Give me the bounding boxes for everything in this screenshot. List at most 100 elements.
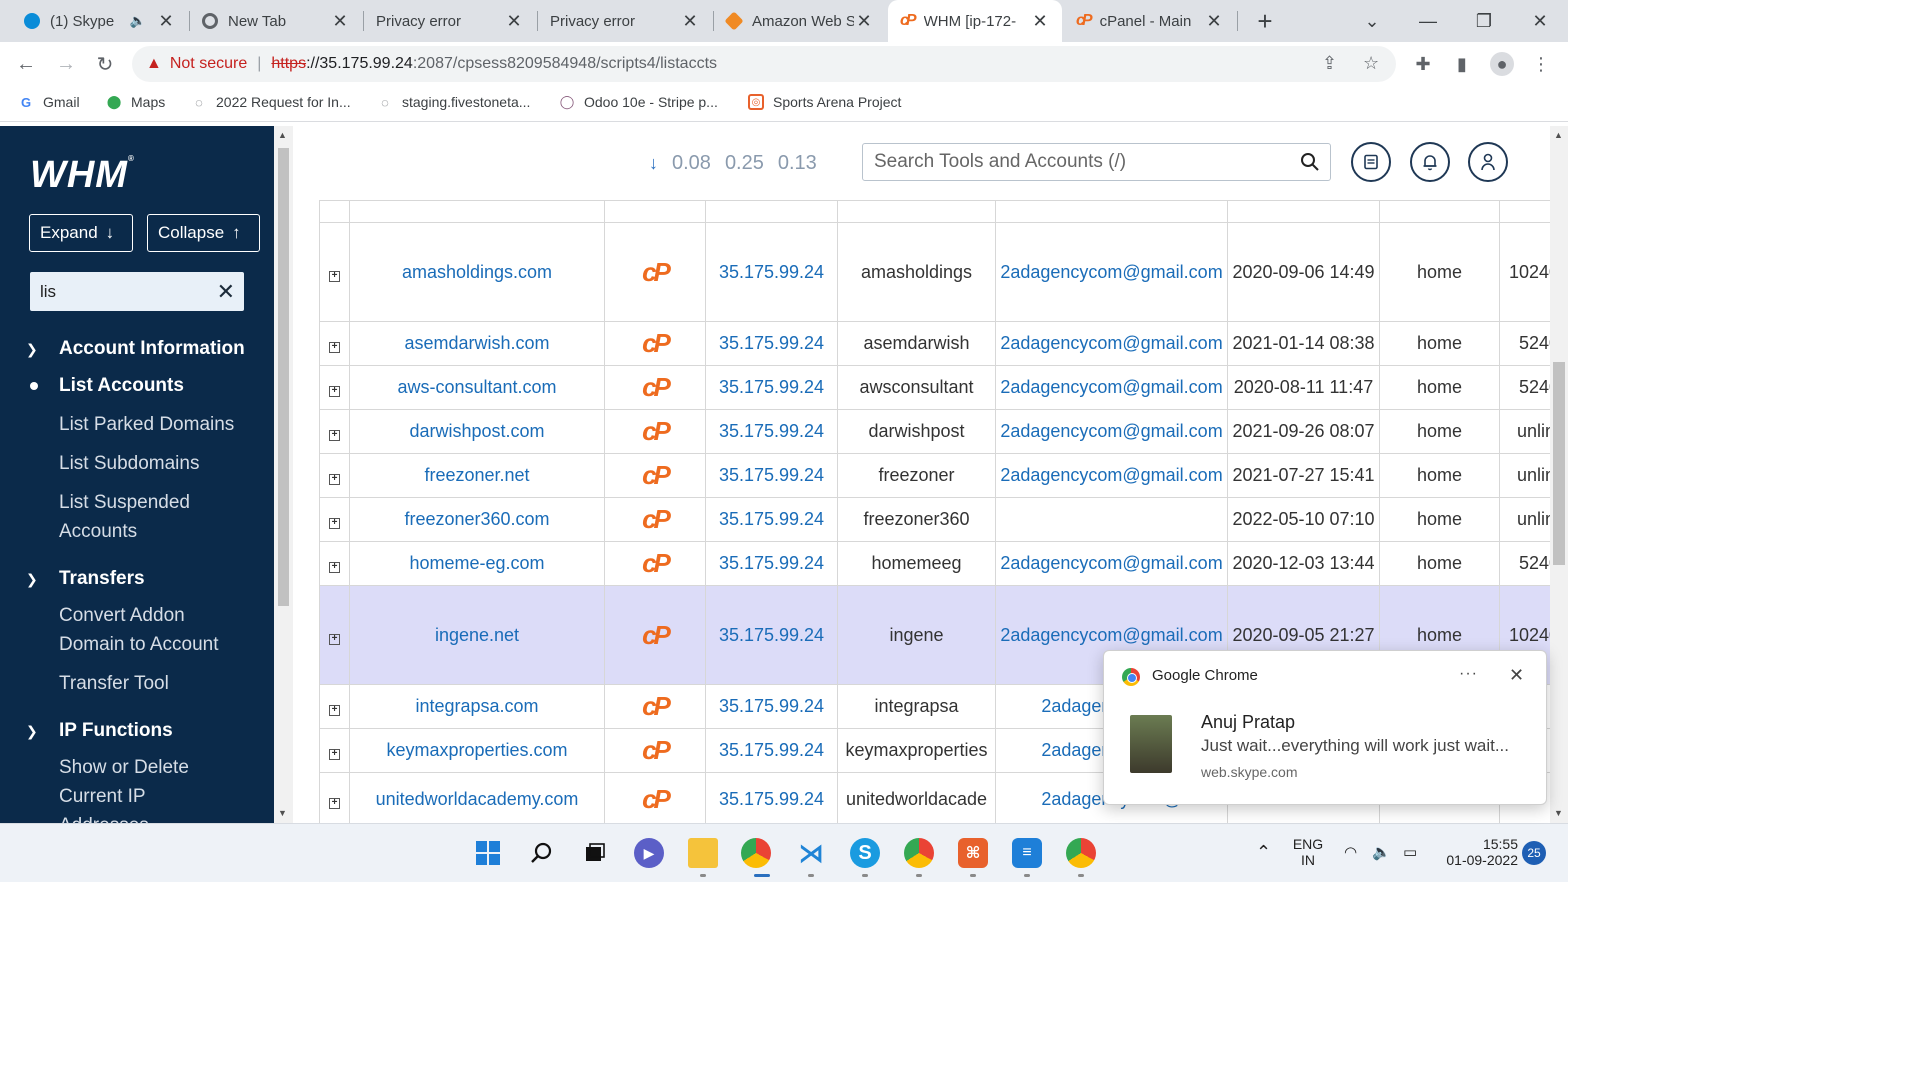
cpanel-icon[interactable]: cP bbox=[642, 504, 671, 535]
expand-row-icon[interactable]: + bbox=[329, 430, 340, 441]
table-row[interactable]: + asemdarwish.com cP 35.175.99.24 asemdarwis… bbox=[319, 321, 1550, 366]
bookmark-odoo[interactable]: ◯ Odoo 10e - Stripe p... bbox=[559, 94, 718, 110]
contact-email[interactable]: 2adagencycom@gmail.com bbox=[995, 222, 1228, 322]
not-secure-label[interactable]: Not secure bbox=[170, 55, 247, 73]
ip-address[interactable]: 35.175.99.24 bbox=[705, 365, 838, 410]
sidebar-search-input[interactable]: lis ✕ bbox=[30, 272, 244, 311]
ip-address[interactable]: 35.175.99.24 bbox=[705, 585, 838, 685]
search-tools-input[interactable]: Search Tools and Accounts (/) bbox=[862, 143, 1331, 181]
search-icon[interactable] bbox=[527, 838, 557, 868]
scroll-down-icon[interactable]: ▼ bbox=[1554, 808, 1563, 818]
news-icon[interactable] bbox=[1351, 142, 1391, 182]
domain-link[interactable]: freezoner.net bbox=[349, 453, 605, 498]
sidebar-item-list-parked-domains[interactable]: List Parked Domains bbox=[59, 410, 259, 439]
expand-button[interactable]: Expand ↓ bbox=[29, 214, 133, 252]
expand-row-icon[interactable]: + bbox=[329, 386, 340, 397]
contact-email[interactable]: 2adagencycom@gmail.com bbox=[995, 541, 1228, 586]
chrome-notification[interactable]: Google Chrome ··· ✕ Anuj Pratap Just wai… bbox=[1103, 650, 1547, 805]
close-icon[interactable]: ✕ bbox=[504, 11, 524, 32]
user-icon[interactable] bbox=[1468, 142, 1508, 182]
tab-privacy-error-2[interactable]: Privacy error ✕ bbox=[538, 0, 712, 42]
table-row[interactable]: + amasholdings.com cP 35.175.99.24 amasholdi… bbox=[319, 222, 1550, 322]
close-icon[interactable]: ✕ bbox=[330, 11, 350, 32]
tab-cpanel-main[interactable]: cP cPanel - Main ✕ bbox=[1064, 0, 1236, 42]
close-icon[interactable]: ✕ bbox=[1030, 11, 1050, 32]
file-explorer-icon[interactable] bbox=[688, 838, 718, 868]
sidebar-item-convert-addon-domain[interactable]: Convert Addon Domain to Account bbox=[59, 601, 249, 659]
chevron-up-icon[interactable]: ⌃ bbox=[1256, 842, 1271, 863]
table-row[interactable]: + freezoner360.com cP 35.175.99.24 freezoner… bbox=[319, 497, 1550, 542]
battery-icon[interactable]: ▭ bbox=[1403, 843, 1417, 861]
domain-link[interactable]: homeme-eg.com bbox=[349, 541, 605, 586]
sidebar-scrollbar[interactable]: ▲ ▼ bbox=[274, 126, 293, 823]
cpanel-icon[interactable]: cP bbox=[642, 257, 671, 288]
chrome-icon[interactable] bbox=[741, 838, 771, 868]
app-icon[interactable]: ⌘ bbox=[958, 838, 988, 868]
window-close-icon[interactable]: ✕ bbox=[1512, 0, 1568, 42]
expand-row-icon[interactable]: + bbox=[329, 342, 340, 353]
menu-icon[interactable]: ⋮ bbox=[1530, 53, 1552, 75]
close-icon[interactable]: ✕ bbox=[680, 11, 700, 32]
vscode-icon[interactable]: ⋊ bbox=[796, 838, 826, 868]
bookmark-star-icon[interactable]: ☆ bbox=[1363, 53, 1379, 74]
contact-email[interactable]: 2adagencycom@gmail.com bbox=[995, 365, 1228, 410]
cpanel-icon[interactable]: cP bbox=[642, 691, 671, 722]
cpanel-icon[interactable]: cP bbox=[642, 620, 671, 651]
ip-address[interactable]: 35.175.99.24 bbox=[705, 409, 838, 454]
reload-icon[interactable]: ↻ bbox=[89, 48, 121, 80]
bookmark-sports-arena[interactable]: ◎ Sports Arena Project bbox=[748, 94, 901, 110]
domain-link[interactable]: unitedworldacademy.com bbox=[349, 772, 605, 823]
tab-aws[interactable]: Amazon Web S ✕ bbox=[714, 0, 886, 42]
expand-row-icon[interactable]: + bbox=[329, 633, 340, 645]
ip-address[interactable]: 35.175.99.24 bbox=[705, 684, 838, 729]
new-tab-button[interactable]: + bbox=[1240, 0, 1290, 42]
contact-email[interactable] bbox=[995, 497, 1228, 542]
cpanel-icon[interactable]: cP bbox=[642, 416, 671, 447]
table-row[interactable]: + aws-consultant.com cP 35.175.99.24 awscons… bbox=[319, 365, 1550, 410]
side-panel-icon[interactable]: ▮ bbox=[1451, 53, 1473, 75]
scroll-up-icon[interactable]: ▲ bbox=[278, 130, 287, 140]
windows-start-icon[interactable] bbox=[473, 838, 503, 868]
whm-logo[interactable]: WHM® bbox=[30, 154, 135, 197]
restore-icon[interactable]: ❐ bbox=[1456, 0, 1512, 42]
close-icon[interactable]: ✕ bbox=[854, 11, 874, 32]
domain-link[interactable]: integrapsa.com bbox=[349, 684, 605, 729]
contact-email[interactable]: 2adagencycom@gmail.com bbox=[995, 321, 1228, 366]
sidebar-item-list-subdomains[interactable]: List Subdomains bbox=[59, 449, 259, 478]
task-view-icon[interactable] bbox=[580, 838, 610, 868]
close-icon[interactable]: ✕ bbox=[1509, 665, 1524, 686]
expand-row-icon[interactable]: + bbox=[329, 705, 340, 716]
section-transfers[interactable]: ❯ Transfers bbox=[26, 568, 145, 590]
search-icon[interactable] bbox=[1300, 152, 1320, 178]
table-row[interactable]: + darwishpost.com cP 35.175.99.24 darwishpos… bbox=[319, 409, 1550, 454]
scroll-up-icon[interactable]: ▲ bbox=[1554, 130, 1563, 140]
domain-link[interactable]: keymaxproperties.com bbox=[349, 728, 605, 773]
ip-address[interactable]: 35.175.99.24 bbox=[705, 497, 838, 542]
wifi-icon[interactable]: ◠ bbox=[1344, 843, 1357, 861]
extensions-icon[interactable]: ✚ bbox=[1412, 53, 1434, 75]
table-row[interactable]: + homeme-eg.com cP 35.175.99.24 homemeeg 2ada… bbox=[319, 541, 1550, 586]
domain-link[interactable]: aws-consultant.com bbox=[349, 365, 605, 410]
address-bar[interactable]: ▲ Not secure | https://35.175.99.24:2087… bbox=[132, 46, 1396, 82]
expand-row-icon[interactable]: + bbox=[329, 270, 340, 282]
scroll-down-icon[interactable]: ▼ bbox=[278, 808, 287, 818]
cpanel-icon[interactable]: cP bbox=[642, 328, 671, 359]
cpanel-icon[interactable]: cP bbox=[642, 548, 671, 579]
expand-row-icon[interactable]: + bbox=[329, 474, 340, 485]
cpanel-icon[interactable]: cP bbox=[642, 784, 671, 815]
chrome-profile-icon[interactable] bbox=[1066, 838, 1096, 868]
profile-icon[interactable]: ● bbox=[1490, 52, 1514, 76]
clear-icon[interactable]: ✕ bbox=[217, 279, 235, 305]
section-account-information[interactable]: ❯ Account Information bbox=[26, 338, 245, 360]
main-scrollbar[interactable]: ▲ ▼ bbox=[1550, 126, 1568, 823]
close-icon[interactable]: ✕ bbox=[1204, 11, 1224, 32]
bookmark-maps[interactable]: ⬤ Maps bbox=[106, 94, 166, 110]
cpanel-icon[interactable]: cP bbox=[642, 372, 671, 403]
contact-email[interactable]: 2adagencycom@gmail.com bbox=[995, 453, 1228, 498]
speaker-icon[interactable]: 🔈 bbox=[130, 13, 146, 29]
clock[interactable]: 15:55 01-09-2022 bbox=[1438, 836, 1518, 868]
ip-address[interactable]: 35.175.99.24 bbox=[705, 772, 838, 823]
minimize-icon[interactable]: — bbox=[1400, 0, 1456, 42]
forward-arrow-icon[interactable]: → bbox=[50, 48, 82, 80]
ip-address[interactable]: 35.175.99.24 bbox=[705, 728, 838, 773]
